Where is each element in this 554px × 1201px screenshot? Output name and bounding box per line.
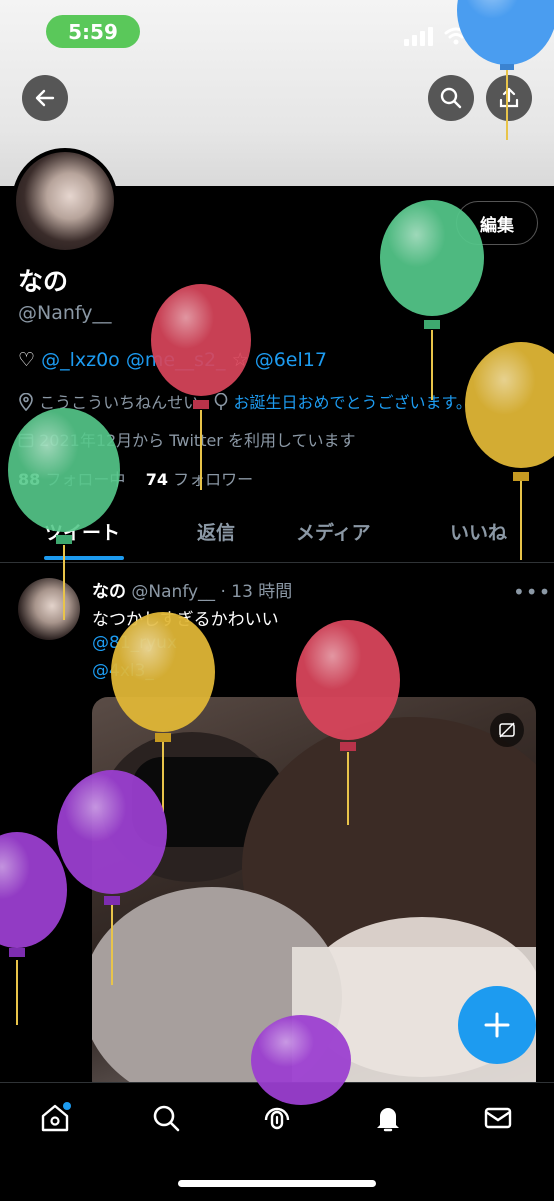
followers-count: 74 xyxy=(145,470,168,489)
tab-replies[interactable]: 返信 xyxy=(197,518,235,545)
battery-level: 81 xyxy=(478,25,514,47)
spaces-icon xyxy=(264,1107,290,1130)
location-pin-icon xyxy=(19,392,33,412)
followers-label: フォロワー xyxy=(173,470,254,489)
wifi-icon xyxy=(444,27,468,45)
bio-mention[interactable]: @_lxz0o xyxy=(41,349,120,371)
tweet-handle-time: @Nanfy__ · 13 時間 xyxy=(131,582,293,602)
profile-bio: ♡ @_lxz0o @me__s2_ ☆ @6el17 xyxy=(18,349,327,371)
notifications-icon xyxy=(377,1108,399,1132)
edit-profile-button[interactable]: 編集 xyxy=(456,201,538,245)
profile-meta-line: こうこういちねんせい お誕生日おめでとうございます。 xyxy=(18,389,472,413)
calendar-icon xyxy=(18,433,34,448)
eye-off-icon xyxy=(499,722,515,738)
star-symbol: ☆ xyxy=(231,349,249,371)
profile-handle: @Nanfy__ xyxy=(18,302,112,324)
back-button[interactable] xyxy=(22,75,68,121)
hide-media-button[interactable] xyxy=(490,713,524,747)
tab-tweets[interactable]: ツイート xyxy=(44,518,120,545)
tabs-divider xyxy=(0,562,554,563)
tweet-mention[interactable]: @4xl3_ xyxy=(92,661,154,681)
profile-name: なの xyxy=(18,267,69,296)
tweet-avatar[interactable] xyxy=(18,578,80,640)
explore-icon xyxy=(153,1105,180,1132)
tweet-text: なつかしすぎるかわいい xyxy=(92,610,279,630)
home-icon xyxy=(41,1102,71,1132)
profile-location: こうこういちねんせい xyxy=(39,393,200,412)
search-icon xyxy=(440,87,462,109)
nav-explore[interactable] xyxy=(146,1098,186,1138)
tab-media[interactable]: メディア xyxy=(296,518,371,545)
tweet-more-button[interactable]: ••• xyxy=(513,580,551,604)
nav-notifications[interactable] xyxy=(368,1098,408,1138)
following-link[interactable]: 88 フォロー中 xyxy=(18,470,125,489)
balloon-red xyxy=(151,284,251,490)
cellular-signal-icon xyxy=(404,26,433,46)
compose-plus-icon xyxy=(484,1012,510,1038)
nav-home[interactable] xyxy=(35,1098,75,1138)
home-indicator xyxy=(178,1180,376,1187)
profile-birthday-link[interactable]: お誕生日おめでとうございます。 xyxy=(233,393,471,412)
tab-likes[interactable]: いいね xyxy=(450,518,507,545)
joined-text: 2021年12月から Twitter を利用しています xyxy=(39,431,356,450)
tweet-author-name[interactable]: なの xyxy=(92,582,126,602)
profile-avatar[interactable] xyxy=(12,148,118,254)
balloon-purple xyxy=(0,832,67,1025)
search-button[interactable] xyxy=(428,75,474,121)
following-count: 88 xyxy=(18,470,41,489)
profile-joined: 2021年12月から Twitter を利用しています xyxy=(18,427,356,451)
bio-mention[interactable]: @6el17 xyxy=(255,349,327,371)
bio-mention[interactable]: @me__s2_ xyxy=(126,349,226,371)
back-arrow-icon xyxy=(35,89,55,107)
follow-stats: 88 フォロー中 74 フォロワー xyxy=(18,466,253,490)
balloon-icon xyxy=(215,392,228,410)
followers-link[interactable]: 74 フォロワー xyxy=(146,470,253,489)
messages-icon xyxy=(484,1107,512,1129)
nav-messages[interactable] xyxy=(478,1098,518,1138)
status-time: 5:59 xyxy=(46,15,140,48)
heart-symbol: ♡ xyxy=(18,349,36,371)
share-icon xyxy=(499,87,519,108)
following-label: フォロー中 xyxy=(45,470,126,489)
share-button[interactable] xyxy=(486,75,532,121)
compose-tweet-button[interactable] xyxy=(458,986,536,1064)
tweet-mention[interactable]: @81_ryux xyxy=(92,633,177,653)
active-tab-indicator xyxy=(44,556,124,560)
nav-spaces[interactable] xyxy=(257,1098,297,1138)
tweet-header: なの @Nanfy__ · 13 時間 xyxy=(92,577,292,602)
